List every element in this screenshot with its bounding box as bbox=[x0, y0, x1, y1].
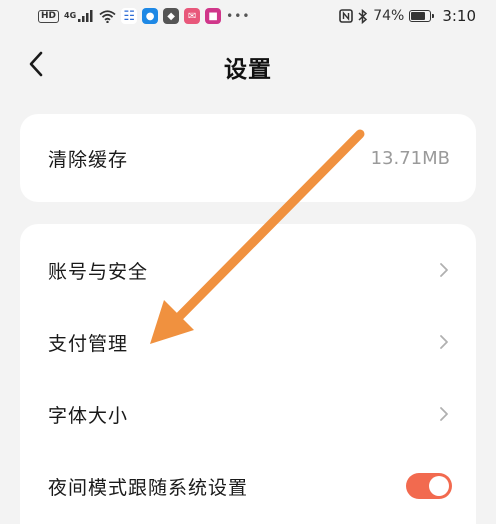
clear-cache-row[interactable]: 清除缓存 13.71MB bbox=[20, 114, 476, 202]
hd-badge: HD bbox=[38, 9, 60, 23]
clock: 3:10 bbox=[442, 7, 476, 25]
page-title: 设置 bbox=[224, 57, 272, 83]
status-bar: HD 4G ☷ ● ◆ ✉ ■ ••• 74% 3:10 bbox=[0, 0, 496, 32]
toggle-knob bbox=[429, 476, 449, 496]
wifi-icon bbox=[99, 9, 116, 23]
title-bar: 设置 bbox=[0, 36, 496, 96]
settings-item-label: 账号与安全 bbox=[48, 260, 149, 283]
settings-item-label: 夜间模式跟随系统设置 bbox=[48, 476, 249, 499]
nfc-icon bbox=[339, 9, 353, 23]
network-type-label: 4G bbox=[64, 11, 77, 20]
cache-card: 清除缓存 13.71MB bbox=[20, 114, 476, 202]
app-list-icon: ☷ bbox=[121, 8, 138, 24]
settings-item-night-mode: 夜间模式跟随系统设置 bbox=[20, 450, 476, 522]
pink-app-icon: ■ bbox=[205, 8, 222, 24]
settings-card: 账号与安全 支付管理 字体大小 夜间模式跟随系统设置 bbox=[20, 224, 476, 524]
settings-item-payment[interactable]: 支付管理 bbox=[20, 306, 476, 378]
status-bar-right: 74% 3:10 bbox=[339, 7, 476, 25]
signal-icon bbox=[78, 10, 93, 22]
chevron-right-icon bbox=[440, 263, 448, 277]
chevron-right-icon bbox=[440, 407, 448, 421]
chevron-right-icon bbox=[440, 335, 448, 349]
settings-item-label: 字体大小 bbox=[48, 404, 129, 427]
clear-cache-label: 清除缓存 bbox=[48, 148, 129, 171]
bluetooth-icon bbox=[358, 8, 368, 24]
status-bar-left: HD 4G ☷ ● ◆ ✉ ■ ••• bbox=[38, 8, 250, 24]
more-dots-icon: ••• bbox=[226, 9, 251, 23]
mail-app-icon: ✉ bbox=[184, 8, 201, 24]
battery-percent: 74% bbox=[373, 8, 405, 24]
settings-screen: HD 4G ☷ ● ◆ ✉ ■ ••• 74% 3:10 设置 清除缓存 13.… bbox=[0, 0, 496, 524]
night-mode-toggle[interactable] bbox=[406, 473, 452, 499]
battery-icon bbox=[409, 10, 435, 22]
settings-item-font-size[interactable]: 字体大小 bbox=[20, 378, 476, 450]
settings-item-label: 支付管理 bbox=[48, 332, 129, 355]
blue-app-icon: ● bbox=[142, 8, 159, 24]
settings-item-account-security[interactable]: 账号与安全 bbox=[20, 234, 476, 306]
cat-app-icon: ◆ bbox=[163, 8, 180, 24]
battery-level-fill bbox=[411, 12, 425, 20]
card-top-spacer bbox=[20, 224, 476, 234]
cache-size-value: 13.71MB bbox=[370, 147, 450, 169]
